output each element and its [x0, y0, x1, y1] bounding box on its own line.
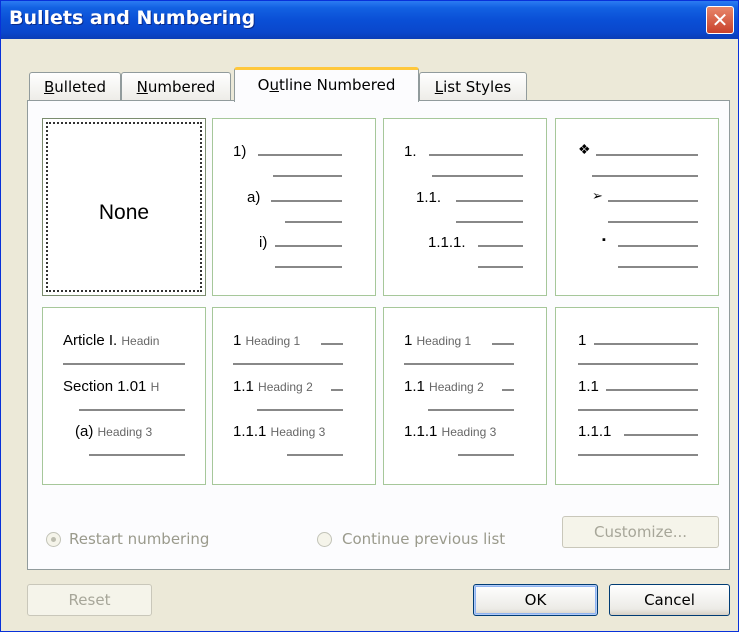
list-option-heading-numbering-2[interactable]: 1 Heading 1 1.1 Heading 2 1.1.1 Heading … — [383, 307, 547, 485]
ok-button[interactable]: OK — [473, 584, 598, 616]
diamond-bullet-icon: ❖ — [578, 141, 591, 157]
list-option-heading-numbering-1[interactable]: 1 Heading 1 1.1 Heading 2 1.1.1 Heading … — [212, 307, 376, 485]
list-option-legal-numbering[interactable]: 1 1.1 1.1.1 — [555, 307, 719, 485]
reset-button[interactable]: Reset — [27, 584, 152, 616]
continue-previous-list-label: Continue previous list — [342, 530, 506, 548]
list-option-paren-numbering[interactable]: 1) a) i) — [212, 118, 376, 296]
arrow-bullet-icon: ➢ — [592, 188, 603, 203]
tab-panel: None 1) a) i) 1. 1.1. 1.1.1. ❖ ➢ ▪ Artic… — [27, 100, 730, 570]
close-button[interactable]: ✕ — [706, 6, 734, 34]
list-option-article-section[interactable]: Article I. Headin Section 1.01 H (a) Hea… — [42, 307, 206, 485]
dialog-title: Bullets and Numbering — [9, 7, 256, 29]
bullets-numbering-dialog: Bullets and Numbering ✕ Bulleted Numbere… — [0, 0, 739, 632]
continue-previous-list-radio[interactable] — [317, 532, 332, 547]
restart-numbering-label: Restart numbering — [69, 530, 210, 548]
none-label: None — [98, 201, 150, 224]
cancel-button[interactable]: Cancel — [609, 584, 730, 616]
tab-list-styles[interactable]: List Styles — [419, 72, 527, 102]
list-option-none[interactable]: None — [42, 118, 206, 296]
square-bullet-icon: ▪ — [602, 234, 606, 246]
list-option-bullet-symbols[interactable]: ❖ ➢ ▪ — [555, 118, 719, 296]
close-icon: ✕ — [711, 8, 729, 32]
tab-bulleted[interactable]: Bulleted — [29, 72, 121, 102]
restart-numbering-radio[interactable] — [46, 532, 61, 547]
tab-outline-numbered[interactable]: Outline Numbered — [234, 67, 419, 102]
customize-button[interactable]: Customize... — [562, 516, 719, 548]
tab-numbered[interactable]: Numbered — [121, 72, 231, 102]
list-option-decimal-numbering[interactable]: 1. 1.1. 1.1.1. — [383, 118, 547, 296]
title-bar[interactable]: Bullets and Numbering ✕ — [1, 1, 738, 39]
